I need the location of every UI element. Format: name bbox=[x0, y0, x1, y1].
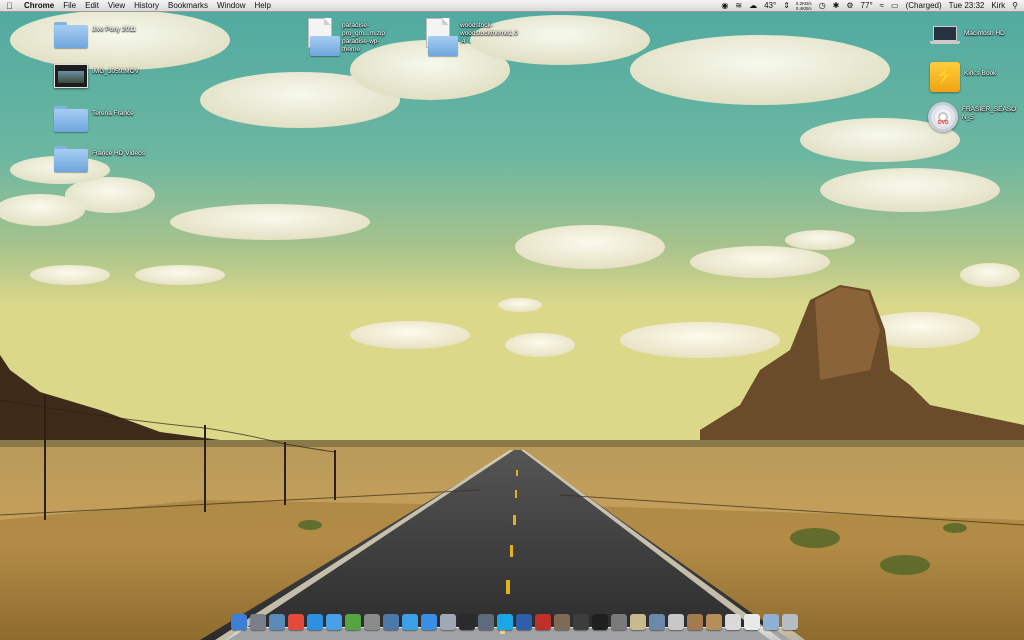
clock[interactable]: Tue 23:32 bbox=[949, 0, 985, 12]
dock-twitter-icon[interactable] bbox=[402, 614, 418, 630]
desktop-item-label: paradise-pro_gm...m.zip paradise-wp-them… bbox=[342, 22, 385, 53]
dock-folder-stack-icon[interactable] bbox=[763, 614, 779, 630]
battery-icon[interactable]: ▭ bbox=[891, 0, 899, 12]
dock-word-icon[interactable] bbox=[516, 614, 532, 630]
menu-window[interactable]: Window bbox=[217, 0, 245, 12]
dock-spotify-icon[interactable] bbox=[345, 614, 361, 630]
dock-box-stack-icon[interactable] bbox=[706, 614, 722, 630]
zip-file-icon bbox=[308, 18, 340, 58]
desktop-item-label: Macintosh HD bbox=[964, 30, 1005, 37]
desktop-item-label: France HD Videos bbox=[92, 150, 145, 157]
updown-arrows-icon: ⇕ bbox=[783, 1, 790, 10]
desktop-item-label: Jive Pony 2011 bbox=[92, 26, 136, 33]
dock-books-icon[interactable] bbox=[630, 614, 646, 630]
dvd-logo: DVD bbox=[938, 120, 949, 126]
folder-icon bbox=[54, 22, 88, 48]
folder-icon bbox=[54, 106, 88, 132]
user-name[interactable]: Kirk bbox=[991, 0, 1005, 12]
dock-downloads-stack-icon[interactable] bbox=[687, 614, 703, 630]
desktop-wallpaper bbox=[0, 0, 1024, 640]
dock-dashboard-icon[interactable] bbox=[459, 614, 475, 630]
desktop-item-kirks-book[interactable]: ⚡ Kirk's Book bbox=[930, 62, 996, 92]
dock-photos-app-icon[interactable] bbox=[554, 614, 570, 630]
desktop-item-img-3059-mov[interactable]: IMG_3059.MOV bbox=[54, 64, 139, 88]
bluetooth-icon[interactable]: ✱ bbox=[833, 0, 840, 12]
network-download-rate: 0.4KB/s bbox=[795, 6, 812, 11]
dock-safari-icon[interactable] bbox=[307, 614, 323, 630]
dock-preview-icon[interactable] bbox=[269, 614, 285, 630]
spotlight-search-icon[interactable]: ⚲ bbox=[1012, 0, 1018, 12]
sensor-icon[interactable]: ⚙ bbox=[846, 0, 853, 12]
dock bbox=[225, 612, 805, 640]
time-machine-icon[interactable]: ◷ bbox=[819, 0, 826, 12]
menu-bar-left:  Chrome File Edit View History Bookmark… bbox=[0, 0, 280, 12]
dock-automator-icon[interactable] bbox=[611, 614, 627, 630]
menu-edit[interactable]: Edit bbox=[85, 0, 99, 12]
dock-chrome-icon[interactable] bbox=[288, 614, 304, 630]
dock-documents-stack-icon[interactable] bbox=[668, 614, 684, 630]
desktop-item-label: FRASIER_SEASON_5 bbox=[962, 106, 1017, 121]
menu-bookmarks[interactable]: Bookmarks bbox=[168, 0, 208, 12]
menu-history[interactable]: History bbox=[134, 0, 159, 12]
desktop-item-label: Terena France bbox=[92, 110, 134, 117]
dock-iphoto-icon[interactable] bbox=[383, 614, 399, 630]
menu-bar:  Chrome File Edit View History Bookmark… bbox=[0, 0, 1024, 12]
zip-file-icon bbox=[426, 18, 458, 58]
menu-help[interactable]: Help bbox=[254, 0, 270, 12]
menu-app-chrome[interactable]: Chrome bbox=[24, 0, 54, 12]
dock-terminal-icon[interactable] bbox=[592, 614, 608, 630]
dock-at-stack-icon[interactable] bbox=[744, 614, 760, 630]
dock-itunes-icon[interactable] bbox=[326, 614, 342, 630]
dock-camera-icon[interactable] bbox=[478, 614, 494, 630]
dock-photo-booth-icon[interactable] bbox=[364, 614, 380, 630]
dock-app-store-icon[interactable] bbox=[421, 614, 437, 630]
movie-file-icon bbox=[54, 64, 88, 88]
dvd-disc-icon: DVD bbox=[928, 102, 958, 132]
desktop-item-terena-france[interactable]: Terena France bbox=[54, 106, 134, 132]
evernote-icon[interactable]: ◉ bbox=[721, 0, 728, 12]
dock-mail-stack-icon[interactable] bbox=[725, 614, 741, 630]
dock-rocket-icon[interactable] bbox=[250, 614, 266, 630]
menu-file[interactable]: File bbox=[63, 0, 76, 12]
dock-applications-stack-icon[interactable] bbox=[649, 614, 665, 630]
desktop-item-woodstock-theme[interactable]: woodstock-woodstocktheme1.0.4 bbox=[426, 18, 518, 58]
apple-menu-icon[interactable]:  bbox=[6, 0, 16, 12]
cpu-temperature[interactable]: 77° bbox=[861, 0, 873, 12]
weather-cloud-icon[interactable]: ☁ bbox=[749, 0, 757, 12]
dock-activity-monitor-icon[interactable] bbox=[573, 614, 589, 630]
battery-status[interactable]: (Charged) bbox=[906, 0, 942, 12]
laptop-drive-icon bbox=[930, 26, 960, 46]
desktop-item-jive-pony-2011[interactable]: Jive Pony 2011 bbox=[54, 22, 136, 48]
folder-icon bbox=[54, 146, 88, 172]
desktop-item-label: Kirk's Book bbox=[964, 70, 997, 77]
dock-skype-icon[interactable] bbox=[497, 614, 513, 630]
menu-bar-status-area: ◉ ≋ ☁ 43° ⇕ 0.2KB/s 0.4KB/s ◷ ✱ ⚙ 77° ≈ … bbox=[714, 0, 1018, 12]
desktop-item-label: IMG_3059.MOV bbox=[92, 68, 139, 75]
desktop-item-paradise-theme-zip[interactable]: paradise-pro_gm...m.zip paradise-wp-them… bbox=[308, 18, 394, 58]
desktop-item-macintosh-hd[interactable]: Macintosh HD bbox=[930, 26, 1005, 46]
desktop-item-frasier-season-5[interactable]: DVD FRASIER_SEASON_5 bbox=[928, 102, 1018, 132]
desktop-item-label: woodstock-woodstocktheme1.0.4 bbox=[460, 22, 518, 45]
external-drive-icon: ⚡ bbox=[930, 62, 960, 92]
desktop-item-france-hd-videos[interactable]: France HD Videos bbox=[54, 146, 145, 172]
dock-finder-icon[interactable] bbox=[231, 614, 247, 630]
dock-trash-icon[interactable] bbox=[782, 614, 798, 630]
weather-temperature[interactable]: 43° bbox=[764, 0, 776, 12]
wifi-signal-icon[interactable]: ≋ bbox=[735, 0, 742, 12]
wifi-icon[interactable]: ≈ bbox=[880, 0, 884, 12]
network-throughput[interactable]: 0.2KB/s 0.4KB/s bbox=[796, 1, 812, 11]
menu-view[interactable]: View bbox=[108, 0, 125, 12]
dock-mail-icon[interactable] bbox=[440, 614, 456, 630]
dock-red-app-icon[interactable] bbox=[535, 614, 551, 630]
dock-items bbox=[231, 614, 801, 630]
